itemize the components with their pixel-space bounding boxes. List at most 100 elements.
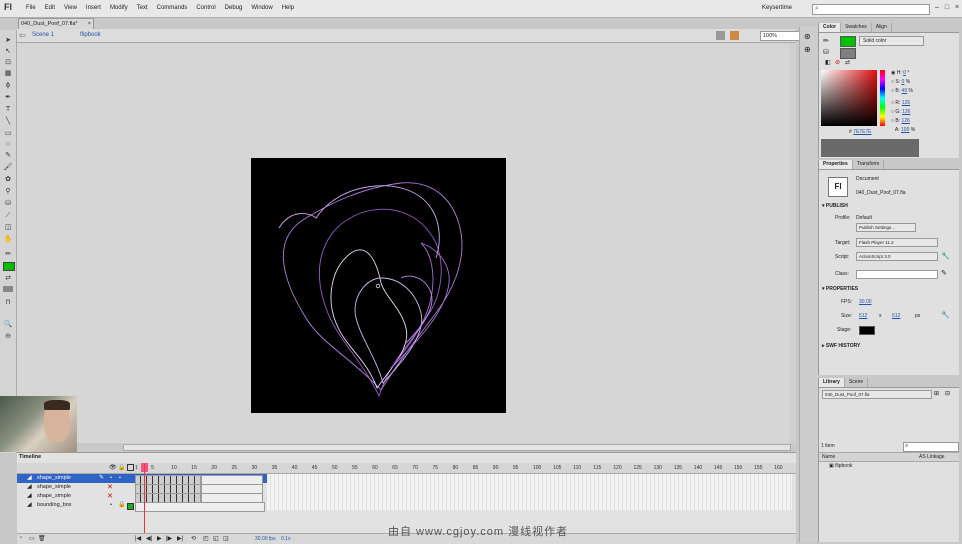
tab-properties[interactable]: Properties [819,160,853,169]
empty-frames[interactable] [267,492,792,501]
column-linkage[interactable]: AS Linkage [919,454,945,460]
swap-colors-icon[interactable]: ⇄ [845,59,850,66]
rectangle-tool-icon[interactable]: ▭ [3,129,13,139]
motion-presets-icon[interactable]: ⊛ [804,32,811,41]
frame-ruler[interactable]: 1 5 10 15 20 25 30 35 40 45 50 55 60 65 70 75 80 85 90 95 10… [135,463,795,473]
menu-control[interactable]: Control [196,5,215,11]
green-field[interactable]: ○ G: 126 [891,109,910,115]
breadcrumb-symbol[interactable]: flipbook [80,32,101,38]
lock-dot[interactable]: • [119,474,121,483]
menu-edit[interactable]: Edit [45,5,55,11]
library-file-select[interactable]: 040_Dust_Poof_07.fla [822,390,932,399]
loop-icon[interactable]: ⟲ [191,535,196,542]
visibility-dot[interactable]: • [110,501,112,510]
hidden-x-icon[interactable]: ✕ [107,483,113,492]
onion-outline-icon[interactable]: ◱ [213,535,219,542]
stage-horizontal-scrollbar[interactable] [123,443,791,451]
lock-icon[interactable]: 🔒 [118,464,125,471]
menu-file[interactable]: File [26,5,36,11]
alpha-field[interactable]: A: 100 % [891,127,915,133]
pin-library-icon[interactable]: ⊞ [934,390,939,397]
outline-color-icon[interactable] [127,503,134,510]
fill-color-swatch[interactable] [840,36,856,47]
library-search-input[interactable]: ⌕ [903,442,959,452]
delete-layer-icon[interactable]: 🗑 [38,535,46,542]
maximize-icon[interactable]: □ [942,3,952,13]
menu-view[interactable]: View [64,5,77,11]
snap-magnet-icon[interactable]: ⊓ [3,298,13,308]
menu-window[interactable]: Window [251,5,272,11]
new-layer-icon[interactable]: ▫ [20,535,22,541]
height-value[interactable]: 512 [892,313,900,319]
layer-name[interactable]: shape_simple [37,492,71,501]
column-name[interactable]: Name [822,454,835,460]
step-back-icon[interactable]: ◀| [146,535,152,542]
target-select[interactable]: Flash Player 11.2 [856,238,938,247]
default-colors-icon[interactable] [3,286,13,292]
stroke-color-icon[interactable]: ✏ [3,250,13,260]
bone-tool-icon[interactable]: ⚲ [3,187,13,197]
subselection-tool-icon[interactable]: ↖ [3,47,13,57]
fill-color-icon[interactable]: ⛁ [823,48,829,56]
fps-readout[interactable]: 30.00 fps [255,536,276,542]
minimize-icon[interactable]: – [932,3,942,13]
empty-frames[interactable] [267,483,792,492]
hue-slider[interactable] [880,70,885,126]
lock-icon[interactable]: 🔒 [118,501,125,510]
menu-commands[interactable]: Commands [157,5,188,11]
tab-transform[interactable]: Transform [853,160,885,169]
layer-name[interactable]: shape_simple [37,483,71,492]
fill-type-select[interactable]: Solid color [859,36,924,46]
new-folder-icon[interactable]: ▭ [29,535,35,542]
stage-vertical-scrollbar[interactable] [789,43,796,443]
tab-scene[interactable]: Scene [845,378,869,387]
menu-help[interactable]: Help [282,5,294,11]
wrench-icon[interactable]: 🔧 [941,252,950,260]
paint-bucket-icon[interactable]: ⛁ [3,199,13,209]
eye-icon[interactable]: 👁 [109,464,117,471]
stage-color-swatch[interactable] [859,326,875,335]
edit-symbol-icon[interactable] [730,31,739,40]
stage[interactable] [251,158,506,413]
edit-scene-icon[interactable] [716,31,725,40]
go-first-frame-icon[interactable]: |◀ [135,535,141,542]
free-transform-tool-icon[interactable]: ⊡ [3,58,13,68]
menu-modify[interactable]: Modify [110,5,128,11]
empty-frames[interactable] [267,474,792,483]
tab-library[interactable]: Library [819,378,845,387]
hex-field[interactable]: # 7E7E7E [849,129,872,135]
fps-value[interactable]: 30.00 [859,299,872,305]
hand-tool-icon[interactable]: ✋ [3,235,13,245]
edit-class-icon[interactable]: ✎ [941,269,947,277]
brush-tool-icon[interactable]: 🖌 [3,163,13,173]
empty-frames[interactable] [267,501,792,510]
red-field[interactable]: ○ R: 126 [891,100,910,106]
hidden-x-icon[interactable]: ✕ [107,492,113,501]
outline-icon[interactable] [127,464,134,471]
swf-history-section-header[interactable]: ▸ SWF HISTORY [822,343,860,349]
deco-tool-icon[interactable]: ✿ [3,175,13,185]
playhead-cap[interactable] [141,463,148,472]
gradient-tool-icon[interactable]: ▦ [3,69,13,79]
edit-multiple-icon[interactable]: ◲ [223,535,229,542]
fill-color-swatch[interactable] [3,262,15,271]
publish-section-header[interactable]: ▾ PUBLISH [822,203,848,209]
hue-field[interactable]: ◉ H: 0 ° [891,70,909,76]
eyedropper-icon[interactable]: ⟋ [3,211,13,221]
library-item[interactable]: ▣ flipbook [829,463,852,469]
playhead[interactable] [141,463,148,541]
play-icon[interactable]: ▶ [157,535,162,542]
stroke-color-icon[interactable]: ✏ [823,37,829,45]
default-colors-icon[interactable]: ◧ [825,59,831,66]
tab-color[interactable]: Color [819,23,842,32]
document-tab[interactable]: 040_Dust_Poof_07.fla* × [18,18,94,29]
close-icon[interactable]: × [952,3,962,13]
frame-span[interactable] [201,493,263,503]
tab-swatches[interactable]: Swatches [841,23,872,32]
scrollbar-thumb[interactable] [123,444,791,451]
width-value[interactable]: 512 [859,313,867,319]
pen-tool-icon[interactable]: ✒ [3,93,13,103]
tab-align[interactable]: Align [872,23,892,32]
frame-span[interactable] [135,502,265,512]
time-readout[interactable]: 0.1s [281,536,290,542]
